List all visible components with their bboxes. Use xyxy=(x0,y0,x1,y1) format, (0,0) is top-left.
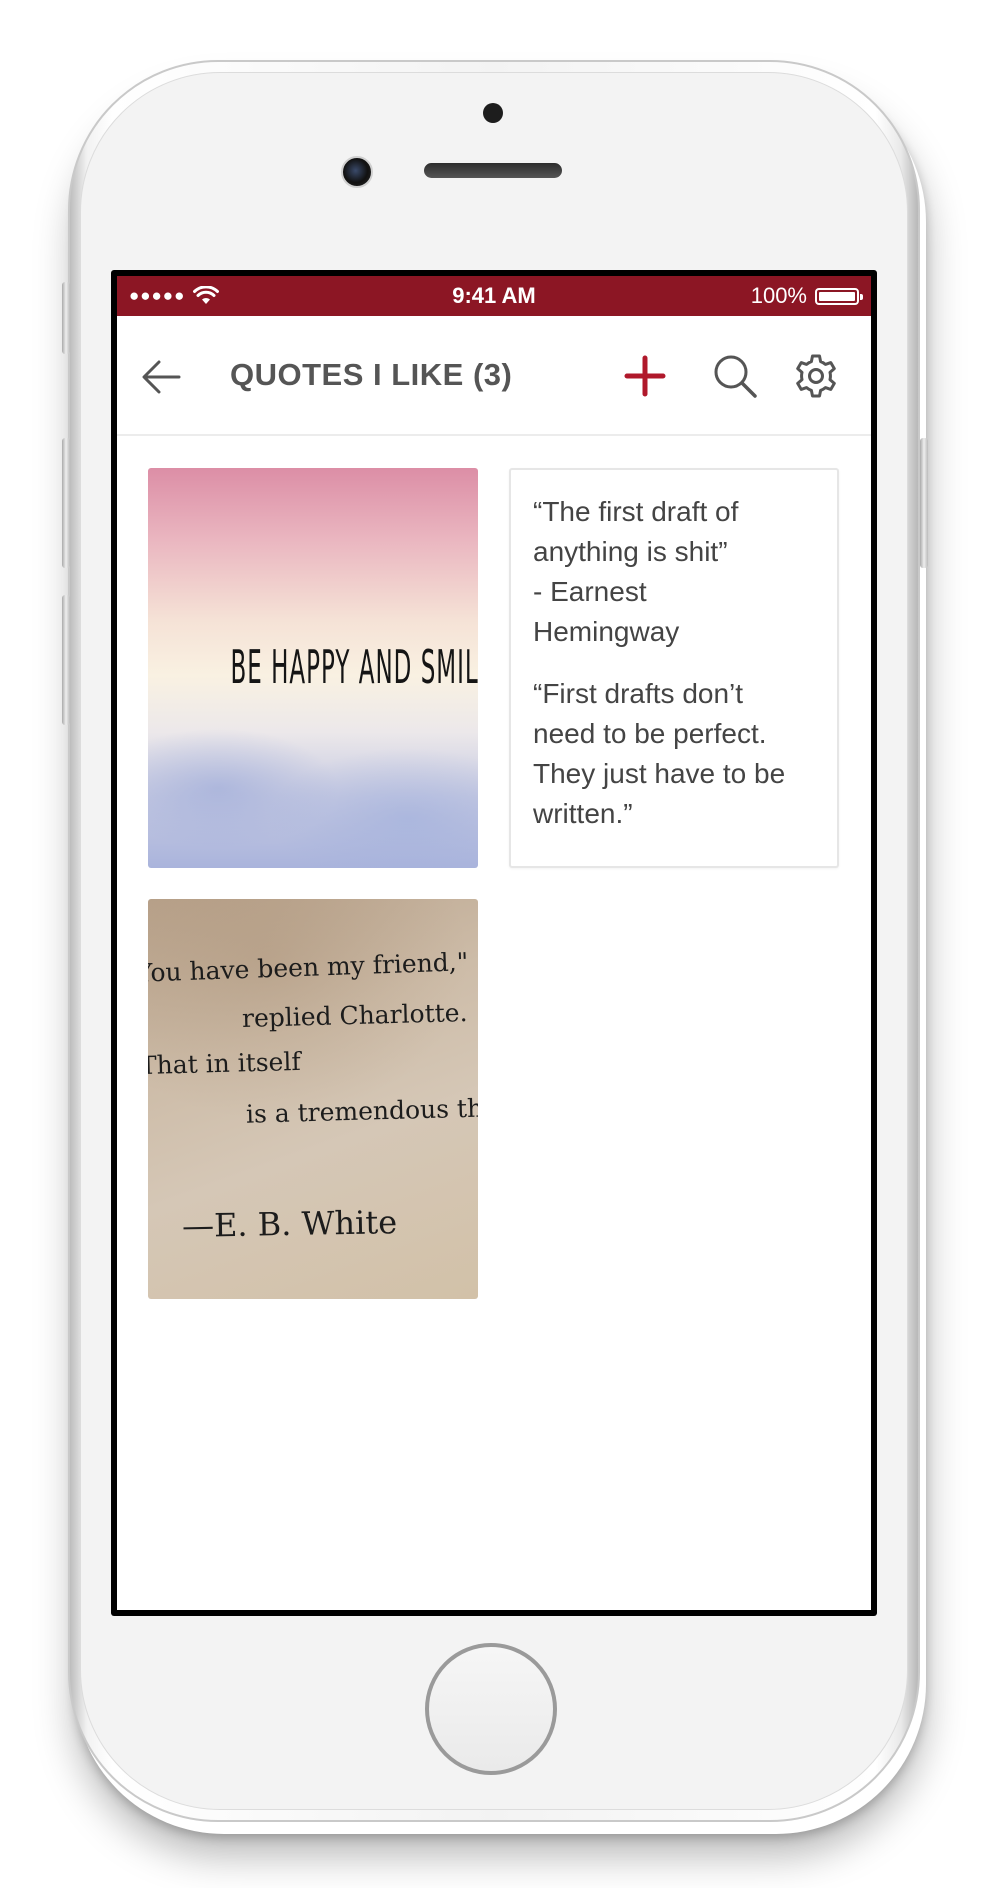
search-icon xyxy=(714,355,757,398)
empty-content-area xyxy=(117,1326,871,1610)
nav-bar: QUOTES I LIKE (3) xyxy=(117,316,871,436)
book-text-line: That in itself xyxy=(148,1046,301,1081)
book-text-line: is a tremendous thing. xyxy=(245,1092,478,1129)
mute-switch xyxy=(62,282,70,354)
quote-card-image-charlotte[interactable]: You have been my friend," replied Charlo… xyxy=(148,899,478,1299)
battery-icon xyxy=(815,287,863,305)
add-quote-button[interactable] xyxy=(621,352,669,400)
earpiece-speaker xyxy=(424,163,562,178)
book-text-line: —E. B. White xyxy=(181,1203,398,1245)
plus-icon xyxy=(624,355,666,397)
quote-image-text: BE HAPPY AND SMILE xyxy=(230,640,479,694)
status-right: 100% xyxy=(750,276,863,316)
battery-percent: 100% xyxy=(750,283,807,308)
front-camera xyxy=(341,156,373,188)
power-button xyxy=(920,438,928,568)
back-button[interactable] xyxy=(139,354,185,400)
battery-level xyxy=(819,291,855,301)
volume-up-button xyxy=(62,438,70,568)
quote-card-text[interactable]: “The first draft of anything is shit” - … xyxy=(509,468,839,868)
volume-down-button xyxy=(62,595,70,725)
book-text-line: replied Charlotte. xyxy=(241,998,468,1033)
book-text-line: You have been my friend," xyxy=(148,947,469,988)
screen-bezel: ●●●●● 9:41 AM 100% QUOTES I LIKE (3) BE … xyxy=(111,270,877,1616)
status-bar: ●●●●● 9:41 AM 100% xyxy=(117,276,871,316)
arrow-left-icon xyxy=(142,360,181,394)
app-display: ●●●●● 9:41 AM 100% QUOTES I LIKE (3) BE … xyxy=(117,276,871,1610)
quote-text-hemingway: “The first draft of anything is shit” - … xyxy=(533,496,739,647)
home-button[interactable] xyxy=(425,1643,557,1775)
proximity-sensor xyxy=(483,103,503,123)
gear-icon xyxy=(796,354,836,398)
quote-text-first-drafts: “First drafts don’t need to be perfect. … xyxy=(533,678,786,829)
settings-button[interactable] xyxy=(792,352,840,400)
quote-card-image-happy[interactable]: BE HAPPY AND SMILE xyxy=(148,468,478,868)
page-title: QUOTES I LIKE (3) xyxy=(230,357,513,392)
search-button[interactable] xyxy=(711,352,759,400)
